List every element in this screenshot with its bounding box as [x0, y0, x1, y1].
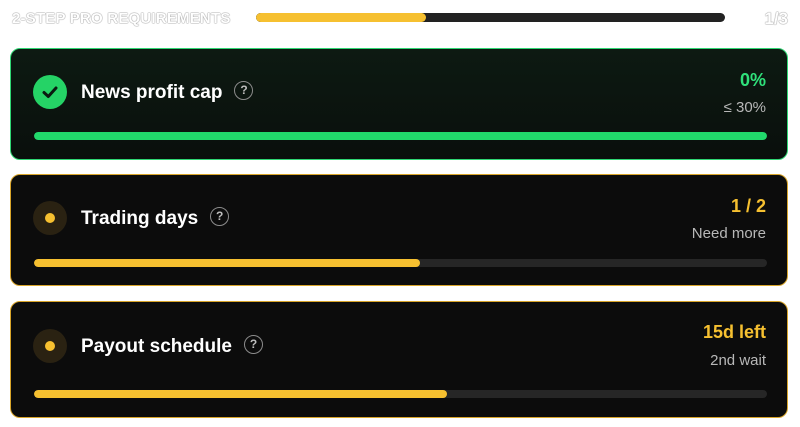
requirement-subtext: 2nd wait — [710, 352, 766, 369]
check-icon — [33, 75, 67, 109]
requirements-count: 1/3 — [764, 9, 788, 28]
requirement-progress-bar — [34, 259, 767, 267]
requirement-value: 1 / 2 — [730, 196, 766, 216]
pending-dot-icon — [33, 329, 67, 363]
requirement-title-text: Trading days — [81, 208, 199, 229]
help-icon[interactable]: ? — [210, 207, 230, 227]
requirement-title-text: News profit cap — [81, 82, 223, 103]
dot-icon — [45, 213, 55, 223]
requirements-header: 2-STEP PRO REQUIREMENTS 1/3 — [12, 8, 788, 30]
requirement-subtext: Need more — [691, 225, 766, 242]
requirement-title-text: Payout schedule — [81, 336, 232, 357]
requirement-progress-fill — [34, 259, 421, 267]
help-icon[interactable]: ? — [234, 81, 254, 101]
requirement-card-payout-schedule[interactable]: Payout schedule? 15d left 2nd wait — [10, 301, 788, 418]
overall-progress-fill — [256, 13, 427, 22]
help-icon[interactable]: ? — [244, 335, 263, 355]
pending-dot-icon — [33, 201, 67, 235]
requirement-title: News profit cap? — [81, 81, 254, 104]
requirement-progress-bar — [34, 390, 767, 398]
requirement-title: Payout schedule? — [81, 335, 263, 358]
requirement-value: 15d left — [702, 322, 766, 342]
requirement-card-news-profit-cap[interactable]: News profit cap? 0% ≤ 30% — [10, 48, 788, 160]
requirement-subtext: ≤ 30% — [723, 99, 766, 116]
requirement-progress-fill — [34, 132, 767, 140]
requirement-value: 0% — [739, 70, 766, 90]
requirements-title: 2-STEP PRO REQUIREMENTS — [12, 10, 231, 27]
requirement-title: Trading days? — [81, 207, 230, 230]
requirement-card-trading-days[interactable]: Trading days? 1 / 2 Need more — [10, 174, 788, 286]
overall-progress-bar — [256, 13, 725, 22]
requirement-progress-fill — [34, 390, 448, 398]
requirement-progress-bar — [34, 132, 767, 140]
dot-icon — [45, 341, 55, 351]
